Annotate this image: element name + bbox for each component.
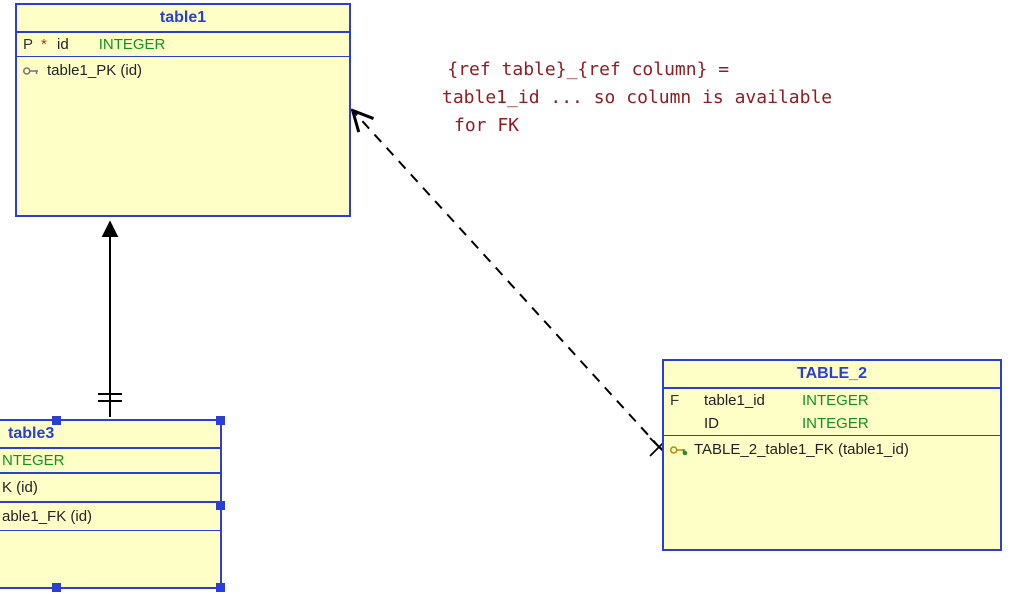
column-type: INTEGER [99, 36, 166, 53]
selection-handle-icon[interactable] [216, 583, 225, 592]
column-type: INTEGER [802, 415, 869, 432]
column-row: ID INTEGER [664, 412, 1000, 435]
index-row: able1_FK (id) [0, 503, 220, 530]
selection-handle-icon[interactable] [52, 583, 61, 592]
index-label-fragment: K (id) [2, 479, 38, 496]
diagram-canvas[interactable]: table1 P * id INTEGER table1_PK (id) t [0, 0, 1024, 603]
annotation-text: {ref table}_{ref column} = table1_id ...… [404, 28, 832, 195]
annotation-line: for FK [404, 112, 832, 140]
column-row: NTEGER [0, 449, 220, 472]
asterisk-icon: * [41, 36, 51, 53]
column-row: P * id INTEGER [17, 33, 349, 56]
entity-title: TABLE_2 [664, 361, 1000, 389]
column-name: ID [704, 415, 796, 432]
index-label-fragment: able1_FK (id) [2, 508, 92, 525]
entity-table2[interactable]: TABLE_2 F table1_id INTEGER ID INTEGER [662, 359, 1002, 551]
column-type: INTEGER [802, 392, 869, 409]
column-name: id [57, 36, 69, 53]
selection-handle-icon[interactable] [52, 416, 61, 425]
entity-title: table3 [0, 421, 220, 449]
column-type-fragment: NTEGER [2, 452, 65, 469]
entity-table3[interactable]: table3 NTEGER K (id) able1_FK (id) [0, 419, 222, 589]
selection-handle-icon[interactable] [216, 501, 225, 510]
entity-title: table1 [17, 5, 349, 33]
pk-key-icon [23, 64, 41, 78]
index-row: K (id) [0, 474, 220, 501]
selection-handle-icon[interactable] [216, 416, 225, 425]
fk-key-icon [670, 443, 688, 457]
column-name: table1_id [704, 392, 796, 409]
column-flag: P [23, 36, 35, 53]
index-row: TABLE_2_table1_FK (table1_id) [664, 436, 1000, 463]
index-label: table1_PK (id) [47, 62, 142, 79]
annotation-line: table1_id ... so column is available [404, 84, 832, 112]
annotation-line: {ref table}_{ref column} = [447, 59, 729, 80]
column-row: F table1_id INTEGER [664, 389, 1000, 412]
index-label: TABLE_2_table1_FK (table1_id) [694, 441, 909, 458]
index-row: table1_PK (id) [17, 57, 349, 84]
column-flag: F [670, 392, 682, 409]
entity-table1[interactable]: table1 P * id INTEGER table1_PK (id) [15, 3, 351, 217]
